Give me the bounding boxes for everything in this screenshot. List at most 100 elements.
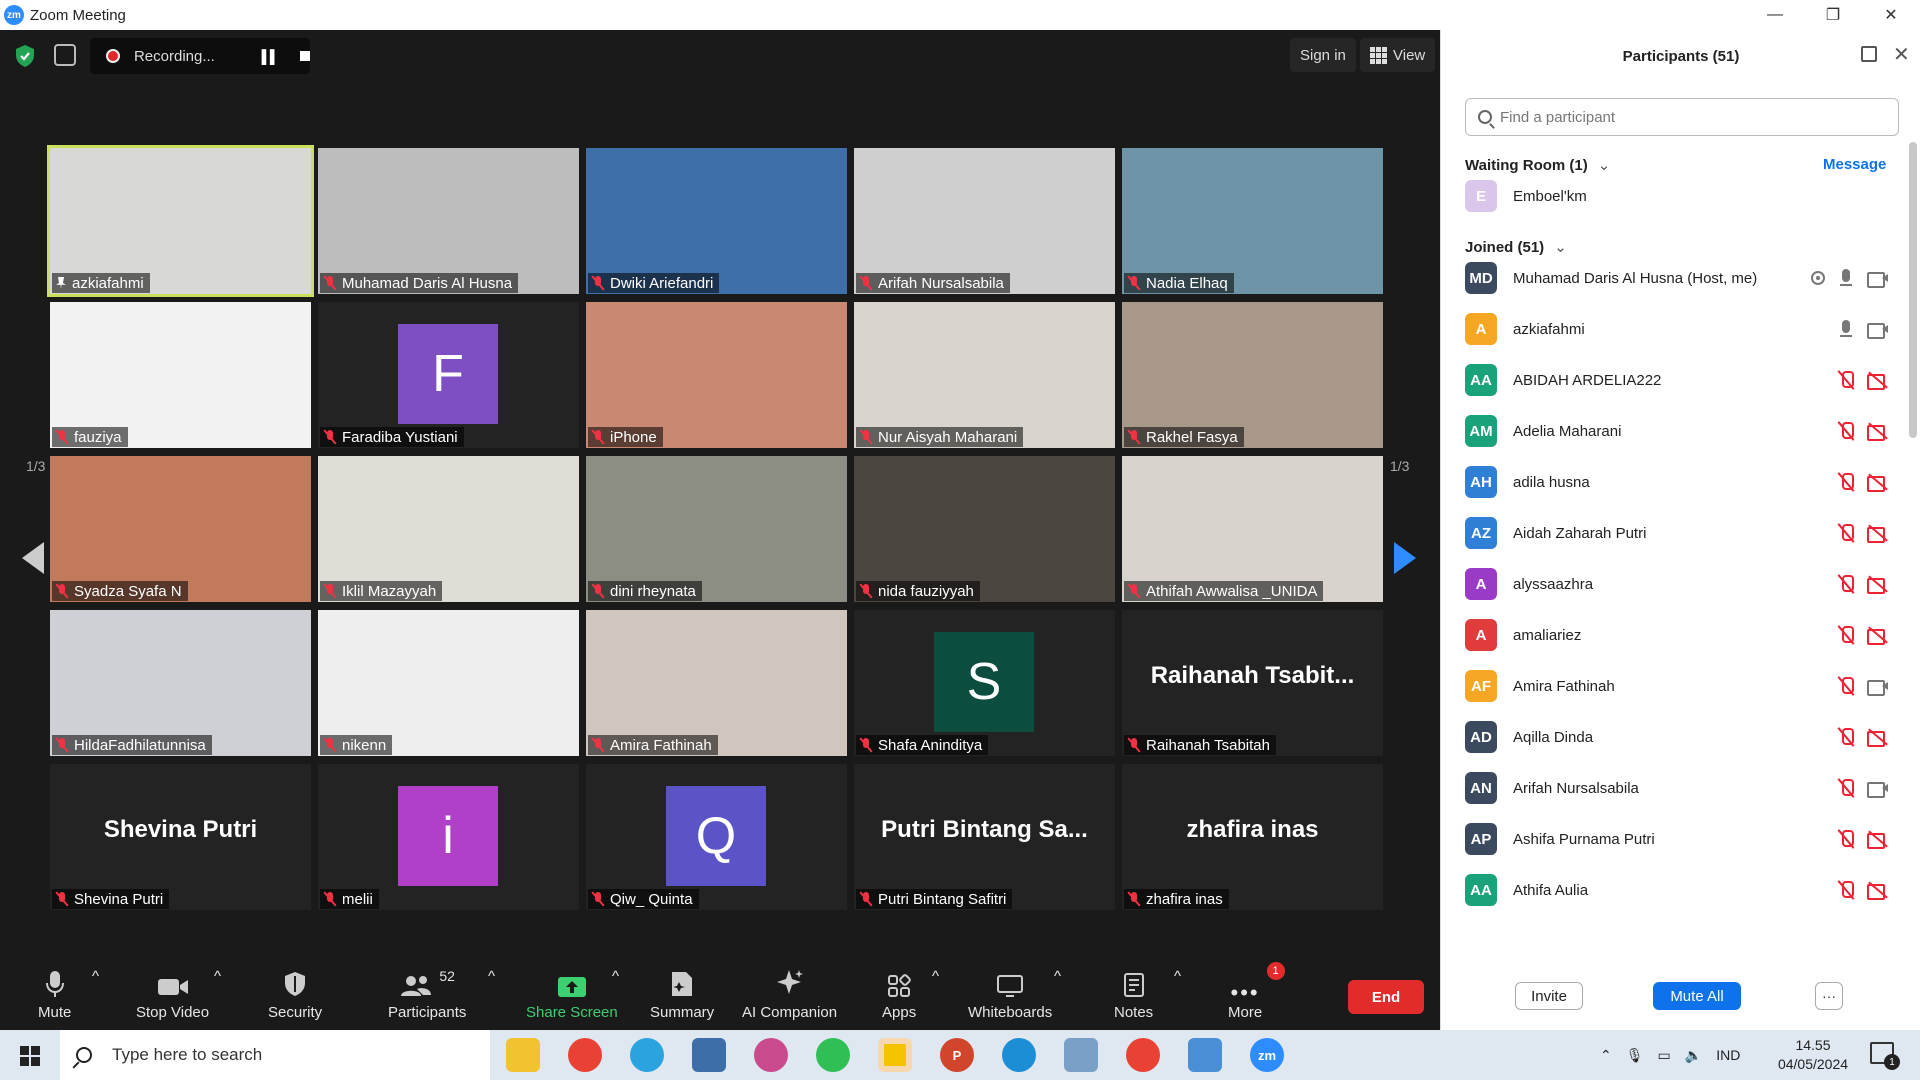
video-tile[interactable]: Arifah Nursalsabila — [854, 148, 1115, 294]
windows-start-icon[interactable] — [20, 1046, 40, 1066]
close-window-button[interactable]: ✕ — [1862, 0, 1920, 30]
participant-row[interactable]: AZ Aidah Zaharah Putri — [1465, 513, 1895, 553]
paint-icon[interactable] — [1064, 1038, 1098, 1072]
video-tile[interactable]: Dwiki Ariefandri — [586, 148, 847, 294]
joined-header[interactable]: Joined (51) ⌄ — [1465, 238, 1567, 256]
video-camera-icon[interactable] — [1867, 678, 1889, 696]
video-tile[interactable]: Nadia Elhaq — [1122, 148, 1383, 294]
muted-mic-icon[interactable] — [1837, 727, 1855, 747]
stop-recording-button[interactable] — [300, 51, 310, 61]
video-tile[interactable]: Amira Fathinah — [586, 610, 847, 756]
participant-row[interactable]: AM Adelia Maharani — [1465, 411, 1895, 451]
video-tile[interactable]: Syadza Syafa N — [50, 456, 311, 602]
system-clock[interactable]: 14.55 04/05/2024 — [1768, 1036, 1858, 1074]
previous-page-arrow-icon[interactable] — [22, 542, 44, 574]
video-camera-icon[interactable] — [1867, 321, 1889, 339]
encryption-shield-icon[interactable] — [14, 44, 36, 68]
whatsapp-icon[interactable] — [816, 1038, 850, 1072]
participant-search-input[interactable] — [1500, 108, 1880, 126]
taskbar-search[interactable]: Type here to search — [60, 1030, 490, 1080]
participants-scrollbar[interactable] — [1909, 142, 1917, 438]
participant-row[interactable]: Aalyssaazhra — [1465, 564, 1895, 604]
muted-mic-icon[interactable] — [1837, 880, 1855, 900]
more-options-button[interactable]: ··· — [1815, 982, 1843, 1010]
video-off-icon[interactable] — [1867, 423, 1889, 441]
waiting-room-header[interactable]: Waiting Room (1) ⌄ — [1465, 156, 1610, 174]
video-tile[interactable]: F Faradiba Yustiani — [318, 302, 579, 448]
next-page-arrow-icon[interactable] — [1394, 542, 1416, 574]
video-tile[interactable]: nida fauziyyah — [854, 456, 1115, 602]
muted-mic-icon[interactable] — [1837, 625, 1855, 645]
video-off-icon[interactable] — [1867, 372, 1889, 390]
summary-button[interactable]: Summary — [650, 968, 714, 1021]
video-off-icon[interactable] — [1867, 627, 1889, 645]
muted-mic-icon[interactable] — [1837, 574, 1855, 594]
battery-icon[interactable]: ▭ — [1658, 1047, 1671, 1064]
video-tile[interactable]: i melii — [318, 764, 579, 910]
video-tile[interactable]: S Shafa Aninditya — [854, 610, 1115, 756]
video-tile[interactable]: Q Qiw_ Quinta — [586, 764, 847, 910]
participant-row[interactable]: MD Muhamad Daris Al Husna (Host, me) — [1465, 258, 1895, 298]
chevron-up-icon[interactable]: ⌃ — [1600, 1047, 1612, 1064]
sign-in-button[interactable]: Sign in — [1290, 38, 1356, 72]
library-app-icon[interactable] — [692, 1038, 726, 1072]
muted-mic-icon[interactable] — [1837, 829, 1855, 849]
invite-button[interactable]: Invite — [1515, 982, 1583, 1010]
participant-row[interactable]: AD Aqilla Dinda — [1465, 717, 1895, 757]
view-button[interactable]: View — [1360, 38, 1436, 72]
participant-row[interactable]: E Emboel'km — [1465, 176, 1895, 216]
microphone-icon[interactable] — [1837, 319, 1855, 339]
video-off-icon[interactable] — [1867, 729, 1889, 747]
minimize-button[interactable]: — — [1746, 0, 1804, 30]
video-tile[interactable]: HildaFadhilatunnisa — [50, 610, 311, 756]
recording-status-icon[interactable] — [1811, 271, 1825, 285]
muted-mic-icon[interactable] — [1837, 676, 1855, 696]
video-camera-icon[interactable] — [1867, 780, 1889, 798]
mute-button[interactable]: Mute — [38, 968, 71, 1021]
participant-row[interactable]: AN Arifah Nursalsabila — [1465, 768, 1895, 808]
sticky-notes-icon[interactable] — [878, 1038, 912, 1072]
share-screen-button[interactable]: Share Screen — [526, 968, 618, 1021]
muted-mic-icon[interactable] — [1837, 370, 1855, 390]
stop-video-button[interactable]: Stop Video — [136, 968, 209, 1021]
video-off-icon[interactable] — [1867, 474, 1889, 492]
snipping-tool-icon[interactable] — [754, 1038, 788, 1072]
whiteboards-button[interactable]: Whiteboards — [968, 968, 1052, 1021]
end-meeting-button[interactable]: End — [1348, 980, 1424, 1014]
video-tile[interactable]: fauziya — [50, 302, 311, 448]
popout-icon[interactable] — [1861, 46, 1877, 62]
video-off-icon[interactable] — [1867, 525, 1889, 543]
participant-row[interactable]: AH adila husna — [1465, 462, 1895, 502]
video-tile[interactable]: nikenn — [318, 610, 579, 756]
more-button[interactable]: ••• 1 More — [1228, 962, 1285, 1021]
participants-options-caret[interactable]: ^ — [488, 968, 495, 985]
microphone-tray-icon[interactable]: 🎙 — [1626, 1047, 1644, 1064]
video-tile[interactable]: azkiafahmi — [47, 145, 314, 297]
muted-mic-icon[interactable] — [1837, 421, 1855, 441]
mute-all-button[interactable]: Mute All — [1653, 982, 1741, 1010]
maximize-button[interactable]: ❐ — [1804, 0, 1862, 30]
video-tile[interactable]: Shevina Putri Shevina Putri — [50, 764, 311, 910]
muted-mic-icon[interactable] — [1837, 778, 1855, 798]
video-tile[interactable]: Muhamad Daris Al Husna — [318, 148, 579, 294]
file-explorer-icon[interactable] — [506, 1038, 540, 1072]
fullscreen-icon[interactable] — [54, 44, 76, 66]
language-indicator[interactable]: IND — [1716, 1047, 1740, 1063]
video-tile[interactable]: dini rheynata — [586, 456, 847, 602]
participant-row[interactable]: AA ABIDAH ARDELIA222 — [1465, 360, 1895, 400]
video-tile[interactable]: Putri Bintang Sa... Putri Bintang Safitri — [854, 764, 1115, 910]
edge-icon[interactable] — [1002, 1038, 1036, 1072]
apps-options-caret[interactable]: ^ — [932, 968, 939, 985]
muted-mic-icon[interactable] — [1837, 523, 1855, 543]
participant-row[interactable]: AF Amira Fathinah — [1465, 666, 1895, 706]
video-tile[interactable]: Rakhel Fasya — [1122, 302, 1383, 448]
volume-icon[interactable]: 🔈 — [1685, 1047, 1702, 1064]
notification-icon[interactable]: 1 — [1870, 1042, 1900, 1070]
zoom-taskbar-icon[interactable]: zm — [1250, 1038, 1284, 1072]
video-off-icon[interactable] — [1867, 576, 1889, 594]
video-camera-icon[interactable] — [1867, 270, 1889, 288]
video-tile[interactable]: Nur Aisyah Maharani — [854, 302, 1115, 448]
message-waiting-link[interactable]: Message — [1823, 156, 1886, 173]
powerpoint-icon[interactable]: P — [940, 1038, 974, 1072]
share-options-caret[interactable]: ^ — [612, 968, 619, 985]
